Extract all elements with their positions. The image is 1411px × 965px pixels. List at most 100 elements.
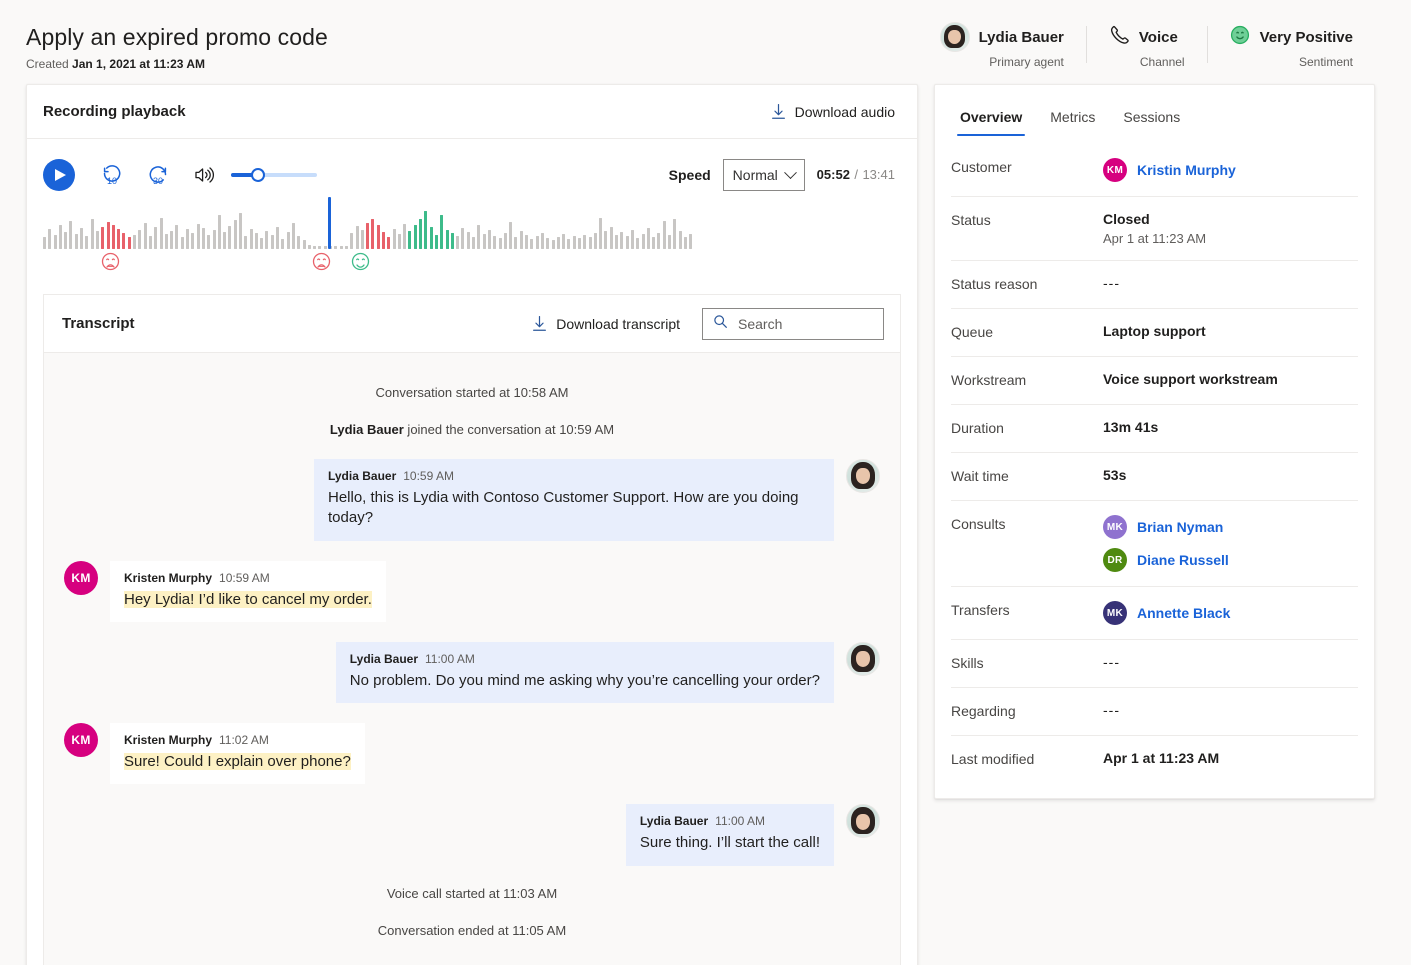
waveform-bar bbox=[361, 230, 364, 249]
player-right-controls: Speed Normal 05:52 / 13:41 bbox=[669, 159, 895, 191]
waveform-bar bbox=[657, 233, 660, 249]
tab-overview[interactable]: Overview bbox=[949, 99, 1033, 136]
waveform-bar bbox=[239, 213, 242, 249]
sentiment-marker-negative[interactable] bbox=[101, 252, 120, 276]
transcript-system-event: Voice call started at 11:03 AM bbox=[64, 886, 880, 901]
detail-value: --- bbox=[1103, 654, 1120, 670]
tab-sessions[interactable]: Sessions bbox=[1112, 99, 1191, 136]
play-button[interactable] bbox=[43, 159, 75, 191]
waveform-bar bbox=[271, 235, 274, 249]
waveform-bar bbox=[350, 233, 353, 249]
time-separator: / bbox=[854, 167, 858, 182]
waveform-bar bbox=[85, 236, 88, 249]
message-time: 11:00 AM bbox=[715, 814, 765, 828]
message-time: 10:59 AM bbox=[403, 469, 454, 483]
waveform-bar bbox=[149, 236, 152, 249]
detail-value: 53s bbox=[1103, 467, 1126, 483]
waveform-bar bbox=[308, 245, 311, 249]
person-entry[interactable]: DRDiane Russell bbox=[1103, 548, 1229, 572]
transcript-search[interactable] bbox=[702, 308, 884, 340]
detail-empty-value: --- bbox=[1103, 275, 1120, 291]
waveform-bar bbox=[260, 238, 263, 249]
speed-select[interactable]: Normal bbox=[723, 159, 805, 191]
meta-channel: Voice Channel bbox=[1086, 22, 1207, 69]
person-name-link[interactable]: Annette Black bbox=[1137, 605, 1230, 621]
avatar: MK bbox=[1103, 601, 1127, 625]
waveform-bar bbox=[265, 231, 268, 249]
waveform-bar bbox=[75, 234, 78, 249]
waveform-bar bbox=[101, 227, 104, 249]
message-meta: Kristen Murphy11:02 AM bbox=[124, 733, 351, 747]
person-entry[interactable]: KMKristin Murphy bbox=[1103, 158, 1236, 182]
download-transcript-label: Download transcript bbox=[556, 316, 680, 332]
waveform-bar bbox=[514, 237, 517, 249]
waveform-bar bbox=[276, 227, 279, 249]
waveform-bar bbox=[112, 225, 115, 249]
volume-thumb[interactable] bbox=[251, 168, 265, 182]
message-bubble: Lydia Bauer11:00 AMNo problem. Do you mi… bbox=[336, 642, 834, 703]
waveform-bar bbox=[69, 221, 72, 249]
volume-icon[interactable] bbox=[193, 165, 215, 185]
sentiment-label: Sentiment bbox=[1229, 55, 1353, 69]
tab-metrics[interactable]: Metrics bbox=[1039, 99, 1106, 136]
detail-text-value: Apr 1 at 11:23 AM bbox=[1103, 750, 1219, 766]
waveform-bar bbox=[424, 211, 427, 249]
waveform-bar bbox=[170, 231, 173, 249]
detail-label: Duration bbox=[951, 419, 1103, 436]
person-name-link[interactable]: Brian Nyman bbox=[1137, 519, 1223, 535]
waveform-bar bbox=[499, 238, 502, 249]
waveform-bar bbox=[504, 233, 507, 249]
detail-label: Workstream bbox=[951, 371, 1103, 388]
waveform[interactable] bbox=[43, 205, 901, 249]
search-input[interactable] bbox=[738, 316, 873, 332]
message-meta: Lydia Bauer11:00 AM bbox=[350, 652, 820, 666]
transcript-message: Lydia Bauer10:59 AMHello, this is Lydia … bbox=[64, 459, 880, 541]
waveform-bar bbox=[578, 238, 581, 249]
waveform-bar bbox=[292, 223, 295, 249]
waveform-bar bbox=[408, 231, 411, 249]
download-transcript-button[interactable]: Download transcript bbox=[532, 315, 680, 332]
person-entry[interactable]: MKBrian Nyman bbox=[1103, 515, 1229, 539]
waveform-bar bbox=[223, 232, 226, 249]
message-time: 11:00 AM bbox=[425, 652, 475, 666]
waveform-bar bbox=[382, 232, 385, 249]
chevron-down-icon bbox=[784, 166, 797, 179]
waveform-bar bbox=[165, 234, 168, 249]
waveform-bar bbox=[562, 234, 565, 249]
sentiment-marker-negative[interactable] bbox=[312, 252, 331, 276]
playhead[interactable] bbox=[328, 197, 331, 249]
page-title: Apply an expired promo code bbox=[26, 24, 328, 51]
sentiment-markers bbox=[43, 252, 901, 274]
message-sender: Lydia Bauer bbox=[640, 814, 708, 828]
waveform-bar bbox=[356, 226, 359, 249]
channel-name: Voice bbox=[1139, 29, 1178, 46]
rewind-10-button[interactable]: 10 bbox=[99, 162, 125, 188]
forward-30-button[interactable]: 30 bbox=[145, 162, 171, 188]
sentiment-marker-positive[interactable] bbox=[351, 252, 370, 276]
waveform-bar bbox=[107, 222, 110, 249]
person-name-link[interactable]: Kristin Murphy bbox=[1137, 162, 1236, 178]
message-text-wrap: Hey Lydia! I’d like to cancel my order. bbox=[124, 590, 372, 610]
person-name-link[interactable]: Diane Russell bbox=[1137, 552, 1229, 568]
download-audio-button[interactable]: Download audio bbox=[771, 103, 895, 120]
detail-value: Apr 1 at 11:23 AM bbox=[1103, 750, 1219, 766]
waveform-bar bbox=[684, 237, 687, 249]
transcript-header-actions: Download transcript bbox=[532, 308, 884, 340]
message-time: 10:59 AM bbox=[219, 571, 270, 585]
recording-playback-title: Recording playback bbox=[43, 103, 186, 120]
detail-empty-value: --- bbox=[1103, 654, 1120, 670]
detail-row: Last modifiedApr 1 at 11:23 AM bbox=[951, 736, 1358, 784]
waveform-bar bbox=[334, 246, 337, 249]
left-column: Recording playback Download audio bbox=[26, 84, 918, 965]
message-bubble: Kristen Murphy11:02 AMSure! Could I expl… bbox=[110, 723, 365, 784]
right-column: OverviewMetricsSessions CustomerKMKristi… bbox=[934, 84, 1375, 799]
waveform-area[interactable] bbox=[27, 201, 917, 294]
detail-value: ClosedApr 1 at 11:23 AM bbox=[1103, 211, 1206, 246]
transcript-message: Lydia Bauer11:00 AMSure thing. I’ll star… bbox=[64, 804, 880, 865]
waveform-bar bbox=[414, 225, 417, 249]
person-entry[interactable]: MK Annette Black bbox=[1103, 601, 1230, 625]
waveform-bar bbox=[207, 235, 210, 249]
time-current: 05:52 bbox=[817, 167, 850, 182]
recording-playback-card: Recording playback Download audio bbox=[26, 84, 918, 965]
volume-slider[interactable] bbox=[231, 167, 317, 183]
